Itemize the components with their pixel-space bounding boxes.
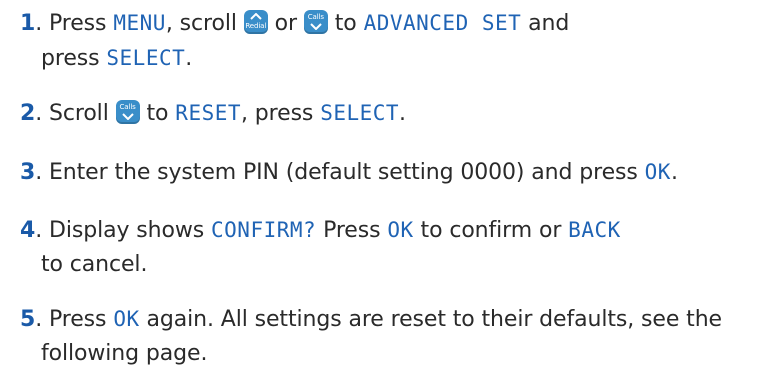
lcd-reset-label: RESET	[175, 101, 242, 125]
calls-key-label: Calls	[307, 13, 324, 21]
lcd-select-label: SELECT	[106, 46, 186, 70]
step-text: press	[41, 46, 107, 71]
redial-key-label: Redial	[245, 22, 267, 30]
lcd-confirm-label: CONFIRM?	[211, 218, 317, 242]
lcd-advanced-set-label: ADVANCED SET	[363, 11, 522, 35]
step-text: .	[399, 101, 406, 126]
lcd-ok-label: OK	[644, 160, 671, 184]
step-text: to	[327, 11, 364, 36]
step-text: .	[670, 160, 678, 185]
step-text: . Press	[35, 11, 114, 36]
step-text: and	[521, 11, 570, 36]
step-text: . Display shows	[35, 218, 212, 243]
step-4: 4. Display shows CONFIRM? Press OK to co…	[20, 213, 750, 282]
step-text: , scroll	[165, 11, 244, 36]
lcd-select-label: SELECT	[320, 101, 400, 125]
calls-key-label: Calls	[119, 103, 136, 111]
calls-key-button: Calls	[303, 10, 328, 34]
step-number: 1	[20, 11, 36, 36]
step-text: . Press	[35, 307, 114, 332]
step-5: 5. Press OK again. All settings are rese…	[20, 302, 750, 371]
step-text: . Scroll	[35, 101, 116, 126]
lcd-ok-label: OK	[113, 307, 140, 331]
step-text: to confirm or	[413, 218, 569, 243]
step-text: Press	[316, 218, 388, 243]
lcd-ok-label: OK	[387, 218, 414, 242]
step-number: 3	[20, 160, 36, 185]
step-text: , press	[241, 101, 321, 126]
step-number: 5	[20, 307, 36, 332]
redial-key-button: Redial	[243, 10, 268, 34]
lcd-back-label: BACK	[568, 218, 621, 242]
step-text: again. All settings are reset to their d…	[139, 307, 723, 332]
chevron-down-icon	[310, 23, 322, 30]
step-text: following page.	[41, 341, 208, 366]
step-text: . Enter the system PIN (default setting …	[35, 160, 645, 185]
step-2: 2. Scroll Calls to RESET, press SELECT.	[20, 96, 750, 131]
step-continuation: press SELECT.	[20, 41, 750, 76]
step-1: 1. Press MENU, scroll Redial or Calls to…	[20, 6, 750, 76]
step-text: or	[267, 11, 304, 36]
step-text: to	[139, 101, 176, 126]
chevron-up-icon	[250, 13, 262, 20]
lcd-menu-label: MENU	[113, 11, 166, 35]
step-continuation: to cancel.	[20, 248, 750, 282]
step-continuation: following page.	[20, 337, 750, 371]
step-text: to cancel.	[41, 252, 148, 277]
calls-key-button: Calls	[115, 100, 140, 124]
chevron-down-icon	[121, 113, 134, 120]
step-number: 4	[20, 218, 36, 243]
step-number: 2	[20, 101, 36, 126]
step-text: .	[185, 46, 193, 71]
step-3: 3. Enter the system PIN (default setting…	[20, 155, 750, 190]
